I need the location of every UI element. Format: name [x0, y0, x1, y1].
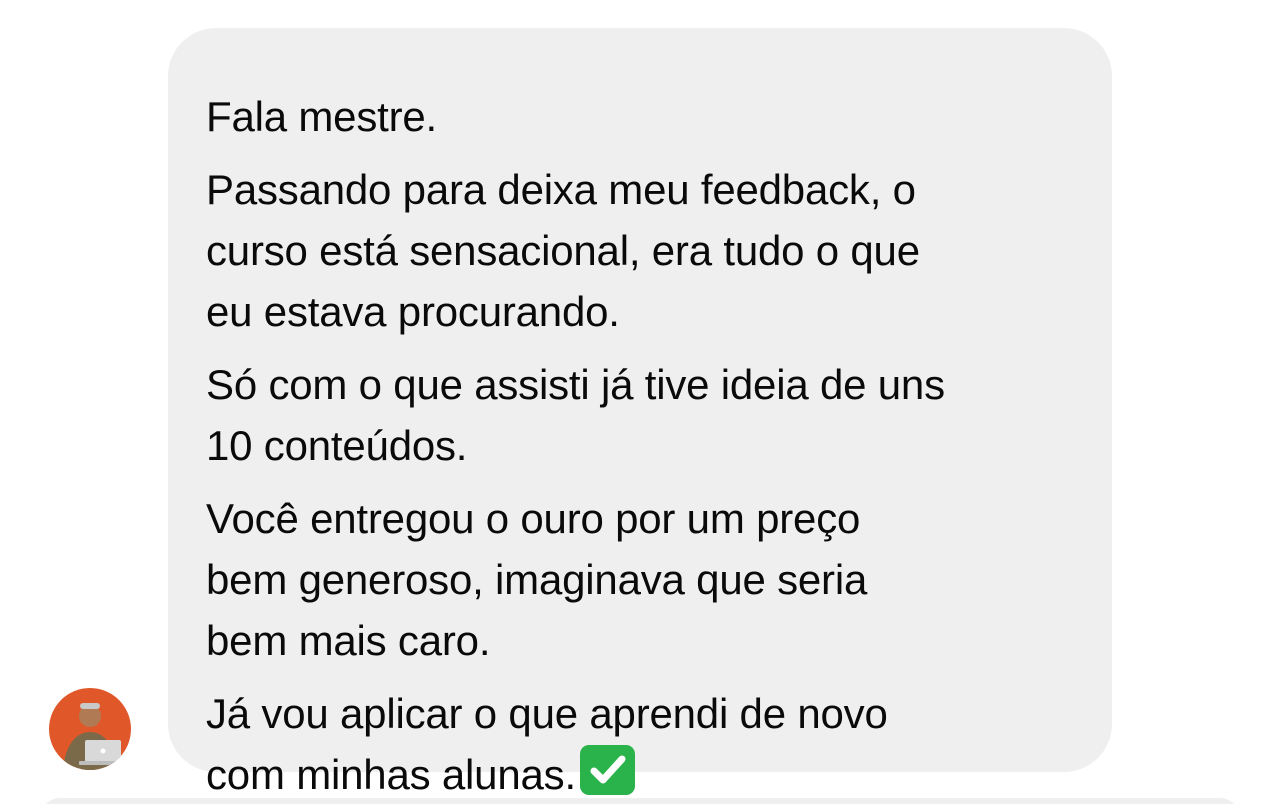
avatar-photo-icon — [49, 688, 131, 770]
message-paragraph: Já vou aplicar o que aprendi de novo com… — [206, 683, 1082, 804]
message-paragraph: Fala mestre. — [206, 86, 1082, 147]
message-line: 10 conteúdos. — [206, 422, 468, 469]
check-mark-button-icon — [579, 745, 635, 795]
chat-thread: Fala mestre. Passando para deixa meu fee… — [0, 0, 1284, 804]
message-line: curso está sensacional, era tudo o que — [206, 227, 920, 274]
message-paragraph: Só com o que assisti já tive ideia de un… — [206, 354, 1082, 476]
message-line-text: com minhas alunas. — [206, 751, 576, 798]
sender-avatar[interactable] — [49, 688, 131, 770]
message-line: bem mais caro. — [206, 617, 491, 664]
message-line: eu estava procurando. — [206, 288, 620, 335]
message-line: Só com o que assisti já tive ideia de un… — [206, 361, 945, 408]
message-line: Já vou aplicar o que aprendi de novo — [206, 690, 888, 737]
message-bubble[interactable]: Fala mestre. Passando para deixa meu fee… — [168, 28, 1112, 798]
message-paragraph: Você entregou o ouro por um preço bem ge… — [206, 488, 1082, 671]
message-line: com minhas alunas. — [206, 744, 1082, 804]
message-line: Fala mestre. — [206, 93, 437, 140]
message-line: Você entregou o ouro por um preço — [206, 495, 861, 542]
next-message-bubble[interactable] — [40, 798, 1240, 804]
message-paragraph: Passando para deixa meu feedback, o curs… — [206, 159, 1082, 342]
message-line: Passando para deixa meu feedback, o — [206, 166, 916, 213]
message-line: bem generoso, imaginava que seria — [206, 556, 868, 603]
